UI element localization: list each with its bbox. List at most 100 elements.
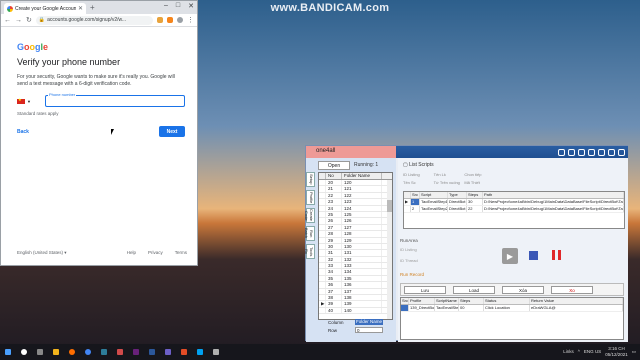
grid-cell: 130 (342, 243, 382, 250)
app-icon[interactable] (181, 349, 187, 355)
app-button-icon[interactable] (558, 148, 565, 156)
vtab-create-code[interactable]: Create Code (304, 208, 315, 223)
row-input[interactable]: 0 (355, 327, 383, 333)
help-link[interactable]: Help (127, 250, 136, 256)
column-select[interactable]: Folder Name (355, 319, 383, 325)
table-row[interactable]: 139_DirectBotTaoEmailStep100Click Locati… (401, 305, 623, 312)
tab-list-scripts[interactable]: ▢ List Scripts (403, 162, 434, 168)
system-tray: Links ^ ENG US 3:16 CH 05/12/2021 ▭ (563, 346, 636, 357)
back-arrow-icon[interactable]: ← (4, 17, 11, 24)
clock[interactable]: 3:16 CH 05/12/2021 (605, 346, 628, 357)
privacy-link[interactable]: Privacy (148, 250, 163, 256)
app-titlebar (396, 146, 628, 158)
chrome-icon[interactable] (85, 349, 91, 355)
one4all-window: one4all Open Running: 1 Setup Profile Cr… (304, 145, 628, 342)
metamask-icon[interactable] (167, 17, 173, 23)
browser-tab[interactable]: Create your Google Account ✕ (4, 3, 86, 14)
terms-link[interactable]: Terms (175, 250, 187, 256)
menu-icon[interactable]: ⋮ (187, 16, 194, 24)
taskbar: Links ^ ENG US 3:16 CH 05/12/2021 ▭ (0, 344, 640, 360)
grid-cell: 38 (326, 295, 342, 301)
app-icon[interactable] (149, 349, 155, 355)
clear-button[interactable]: Xo (551, 286, 593, 294)
app-button-icon[interactable] (578, 148, 585, 156)
notification-icon[interactable]: ▭ (632, 349, 636, 355)
scripts-header: Src Script Type Steps Path (404, 192, 624, 199)
grid-cell: 121 (342, 186, 382, 192)
minimize-icon[interactable]: – (164, 2, 168, 10)
save-button[interactable]: Lưu (404, 286, 446, 294)
maximize-icon[interactable]: □ (176, 2, 180, 10)
vietnam-flag-icon (17, 97, 25, 104)
app-icon[interactable] (101, 349, 107, 355)
lock-icon: 🔒 (38, 17, 46, 23)
close-tab-icon[interactable]: ✕ (78, 5, 83, 12)
extension-icon[interactable] (157, 17, 163, 23)
table-row[interactable]: 40 140 (319, 307, 392, 315)
load-button[interactable]: Load (453, 286, 495, 294)
grid-cell (319, 243, 326, 250)
profile-icon[interactable] (177, 17, 183, 23)
app-button-icon[interactable] (598, 148, 605, 156)
grid-cell: 24 (326, 205, 342, 211)
links-label[interactable]: Links (563, 349, 574, 354)
stop-button[interactable] (529, 251, 538, 260)
scripts-table[interactable]: Src Script Type Steps Path ▶ 1 TaoEmailStep1 Di… (403, 191, 625, 229)
address-bar[interactable]: 🔒 accounts.google.com/signup/v2/w... (35, 15, 153, 25)
app-icon[interactable] (117, 349, 123, 355)
grid-cell: 39 (326, 301, 342, 307)
back-button[interactable]: Back (17, 129, 29, 135)
grid-cell (319, 205, 326, 211)
app-icon[interactable] (213, 349, 219, 355)
open-button[interactable]: Open (318, 161, 350, 170)
language-select[interactable]: English (United States) ▾ (17, 250, 127, 256)
search-icon[interactable] (21, 349, 27, 355)
grid-cell: 21 (326, 186, 342, 192)
vtab-setup[interactable]: Setup (306, 172, 315, 187)
start-icon[interactable] (5, 349, 11, 355)
running-status: Running: 1 (354, 162, 379, 168)
pause-button[interactable] (552, 250, 561, 260)
chevron-down-icon: ▼ (27, 99, 31, 104)
delete-button[interactable]: Xóa (502, 286, 544, 294)
next-button[interactable]: Next (159, 126, 185, 137)
vtab-run-batch[interactable]: Run Batch (304, 226, 315, 241)
vtab-tools[interactable]: Tools Rx (304, 244, 315, 259)
vtab-profile[interactable]: Profile (306, 190, 315, 205)
new-tab-icon[interactable]: + (90, 3, 95, 12)
table-row[interactable]: ▶ 1 TaoEmailStep1 DirectBot 30 D:\NewProject\… (404, 199, 624, 206)
app-icon[interactable] (165, 349, 171, 355)
forward-arrow-icon[interactable]: → (15, 17, 22, 24)
visual-studio-icon[interactable] (133, 349, 139, 355)
task-view-icon[interactable] (37, 349, 43, 355)
script-options: ID Listing Tên Lk Chon tiếp Tên Sc Từ Trên … (403, 172, 482, 185)
country-select[interactable]: ▼ (17, 97, 45, 106)
tray-chevron-icon[interactable]: ^ (578, 349, 580, 354)
url-text: accounts.google.com/signup/v2/w... (47, 17, 127, 23)
play-button[interactable]: ▶ (502, 248, 518, 264)
grid-cell (319, 180, 326, 186)
language-indicator[interactable]: ENG US (584, 349, 601, 354)
grid-cell (319, 307, 326, 314)
profile-grid[interactable]: No Folder Name 20 120 21 121 22 122 23 123 24 124 2… (318, 172, 393, 320)
tab-strip: Create your Google Account ✕ + – □ ✕ (1, 1, 197, 14)
close-window-icon[interactable]: ✕ (188, 2, 194, 10)
grid-cell (319, 295, 326, 301)
table-row[interactable]: 2 TaoEmailStep2 DirectBot 22 D:\NewProject\o… (404, 206, 624, 213)
firefox-icon[interactable] (69, 349, 75, 355)
right-pane: ▢ List Scripts ID Listing Tên Lk Chon tiếp… (398, 158, 628, 342)
google-favicon-icon (7, 5, 13, 12)
grid-scrollbar[interactable] (387, 180, 392, 319)
app-minimize-icon[interactable] (608, 148, 615, 156)
app-icon[interactable] (197, 349, 203, 355)
grid-cell: 29 (326, 237, 342, 243)
steps-table[interactable]: Src Profile ScriptName Steps Status Return Va… (400, 297, 624, 340)
app-button-icon[interactable] (568, 148, 575, 156)
app-button-icon[interactable] (588, 148, 595, 156)
grid-cell: 131 (342, 250, 382, 256)
action-bar: Lưu Load Xóa Xo (400, 283, 624, 296)
app-close-icon[interactable] (618, 148, 625, 156)
reload-icon[interactable]: ↻ (26, 16, 32, 24)
file-explorer-icon[interactable] (53, 349, 59, 355)
grid-cell: 30 (326, 243, 342, 250)
